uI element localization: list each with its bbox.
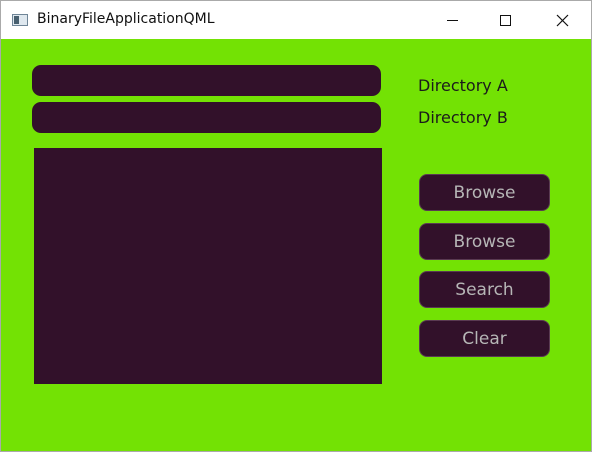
minimize-button[interactable] bbox=[429, 1, 475, 39]
window-title: BinaryFileApplicationQML bbox=[37, 11, 215, 27]
minimize-icon bbox=[447, 20, 458, 21]
maximize-button[interactable] bbox=[482, 1, 528, 39]
directory-b-field[interactable] bbox=[32, 102, 381, 133]
maximize-icon bbox=[500, 15, 511, 26]
directory-a-label: Directory A bbox=[418, 76, 508, 95]
directory-a-field[interactable] bbox=[32, 65, 381, 96]
close-button[interactable] bbox=[540, 1, 586, 39]
directory-b-label: Directory B bbox=[418, 108, 508, 127]
clear-button[interactable]: Clear bbox=[419, 320, 550, 357]
title-bar[interactable]: BinaryFileApplicationQML bbox=[1, 1, 591, 39]
app-window-icon bbox=[12, 14, 28, 26]
main-content: Directory A Directory B Browse Browse Se… bbox=[1, 39, 591, 451]
browse-a-button[interactable]: Browse bbox=[419, 174, 550, 211]
close-icon bbox=[556, 14, 569, 27]
results-area[interactable] bbox=[34, 148, 382, 384]
app-window: BinaryFileApplicationQML Directory A Dir… bbox=[0, 0, 592, 452]
browse-b-button[interactable]: Browse bbox=[419, 223, 550, 260]
search-button[interactable]: Search bbox=[419, 271, 550, 308]
